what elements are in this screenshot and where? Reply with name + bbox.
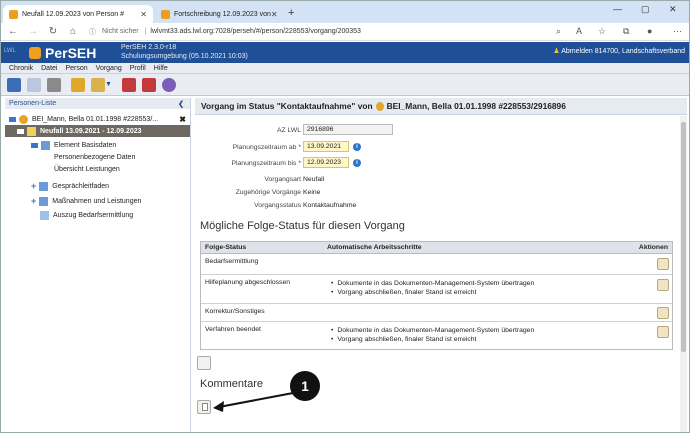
browser-window: Neufall 12.09.2023 von Person # ✕ Fortsc… [0, 0, 690, 433]
annotation-arrow [213, 392, 294, 412]
callout-badge: 1 [290, 371, 320, 401]
